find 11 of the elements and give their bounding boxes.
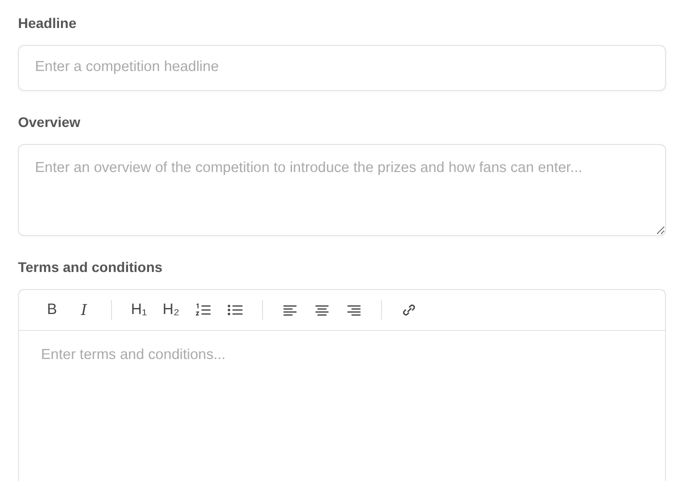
field-label: Overview xyxy=(18,112,80,132)
overview-field[interactable]: Enter an overview of the competition to introduce the prizes and how fans can enter... xyxy=(18,144,666,236)
italic-button[interactable]: I xyxy=(73,298,95,321)
headline-field[interactable]: Enter a competition headline xyxy=(18,45,666,91)
bold-button[interactable]: B xyxy=(41,298,63,321)
field-label: Terms and conditions xyxy=(18,258,162,277)
editor-placeholder: Enter terms and conditions... xyxy=(40,346,227,365)
field-label: Headline xyxy=(18,14,76,33)
heading-1-button[interactable]: H₁ xyxy=(128,298,150,321)
heading-2-button[interactable]: H₂ xyxy=(160,298,182,321)
rich-text-editor[interactable]: B I H₁ H₂ Enter terms and conditions... xyxy=(18,288,666,481)
